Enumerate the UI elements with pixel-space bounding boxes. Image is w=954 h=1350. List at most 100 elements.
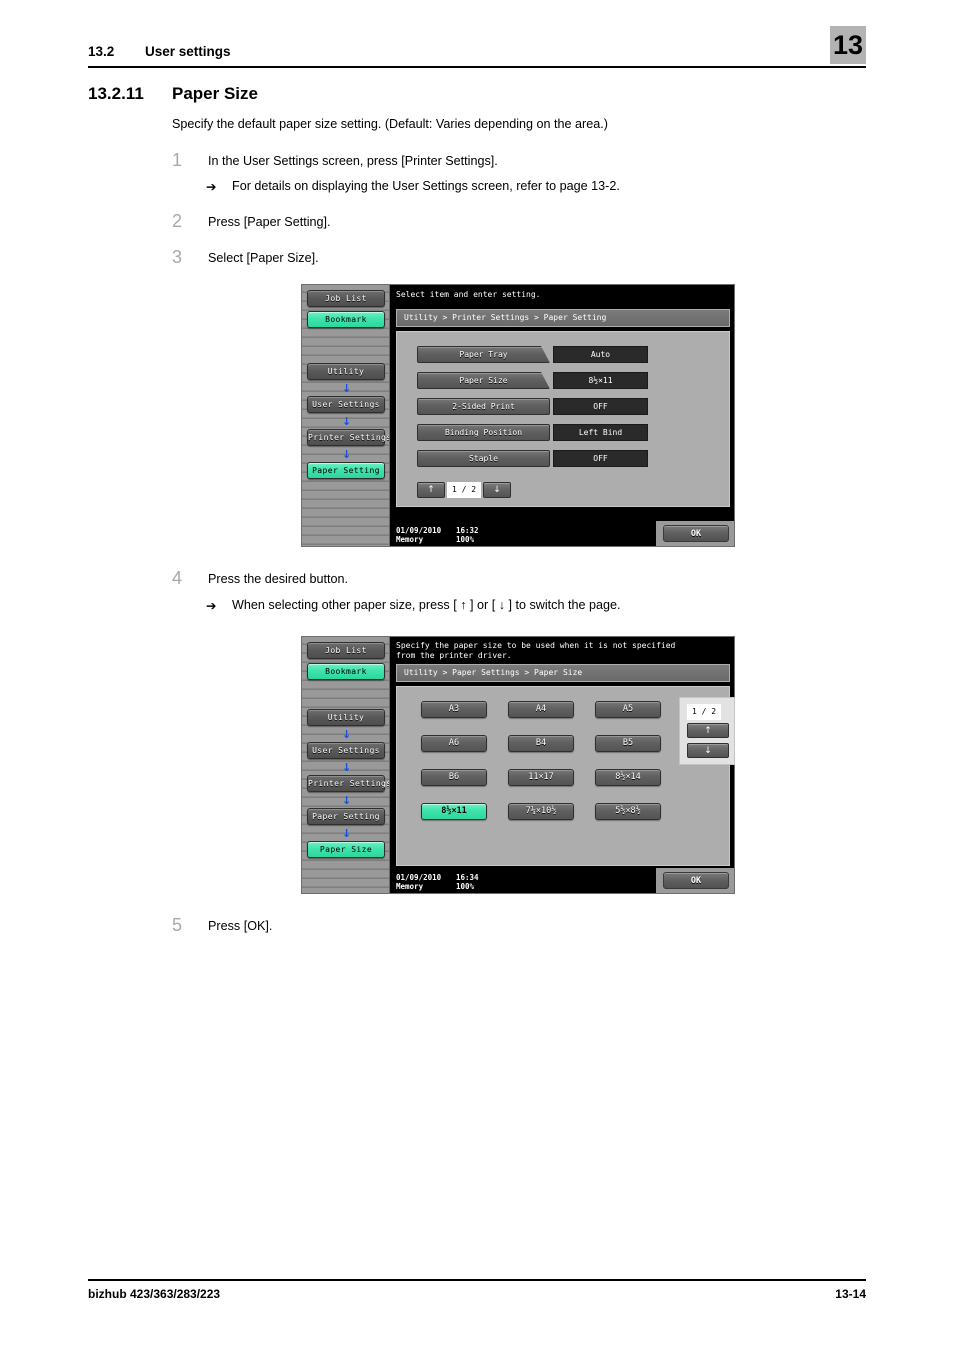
step-4-number: 4 bbox=[172, 568, 183, 588]
arrow-right-icon: ➔ bbox=[206, 180, 217, 194]
printer-panel-screenshot-2: Job List Bookmark Utility User Settings … bbox=[301, 636, 735, 894]
panel1-status-time: 16:32 bbox=[456, 526, 479, 535]
chapter-tab: 13 bbox=[830, 26, 866, 64]
panel1-pager: ↑ 1 / 2 ↓ bbox=[417, 482, 527, 500]
panel2-size-button-a6[interactable]: A6 bbox=[421, 735, 487, 752]
panel2-size-button-5half-x-8half[interactable]: 5½×8½ bbox=[595, 803, 661, 820]
panel1-row-label-binding-position[interactable]: Binding Position bbox=[417, 424, 550, 441]
panel2-down-arrow-icon-4 bbox=[342, 828, 351, 839]
header-rule bbox=[88, 66, 866, 69]
step-5-text: Press [OK]. bbox=[208, 919, 273, 933]
step-3-text: Select [Paper Size]. bbox=[208, 251, 319, 265]
panel1-down-arrow-icon-3 bbox=[342, 449, 351, 460]
panel2-size-button-b6[interactable]: B6 bbox=[421, 769, 487, 786]
panel2-sidebar: Job List Bookmark Utility User Settings … bbox=[302, 637, 390, 893]
panel2-size-button-8half-x-11[interactable]: 8½×11 bbox=[421, 803, 487, 820]
document-page: 13.2 User settings 13 13.2.11 Paper Size … bbox=[0, 0, 954, 1350]
section-number: 13.2.11 bbox=[88, 84, 144, 103]
panel2-ok-area: OK bbox=[656, 868, 734, 893]
step-1-substep-text: For details on displaying the User Setti… bbox=[232, 179, 620, 193]
step-1-substep: ➔ For details on displaying the User Set… bbox=[206, 179, 620, 194]
panel1-page-up-button[interactable]: ↑ bbox=[417, 482, 445, 498]
panel1-utility-button[interactable]: Utility bbox=[307, 363, 385, 380]
panel2-breadcrumb: Utility > Paper Settings > Paper Size bbox=[396, 664, 730, 682]
panel2-page-down-button[interactable]: ↓ bbox=[687, 743, 729, 758]
panel1-row-label-staple[interactable]: Staple bbox=[417, 450, 550, 467]
step-4-text: Press the desired button. bbox=[208, 572, 349, 586]
panel2-size-button-a4[interactable]: A4 bbox=[508, 701, 574, 718]
header-section-title: User settings bbox=[145, 44, 231, 59]
step-5: 5 Press [OK]. bbox=[172, 915, 273, 935]
panel2-bookmark-button[interactable]: Bookmark bbox=[307, 663, 385, 680]
step-4-substep-text: When selecting other paper size, press [… bbox=[232, 598, 621, 612]
panel2-size-button-a5[interactable]: A5 bbox=[595, 701, 661, 718]
panel1-main: Select item and enter setting. Utility >… bbox=[390, 285, 734, 546]
panel2-page-up-button[interactable]: ↑ bbox=[687, 723, 729, 738]
panel2-status-memory-label: Memory bbox=[396, 882, 424, 891]
step-2-text: Press [Paper Setting]. bbox=[208, 215, 331, 229]
panel2-size-button-b4[interactable]: B4 bbox=[508, 735, 574, 752]
section-title-text: Paper Size bbox=[172, 84, 258, 103]
panel1-down-arrow-icon-1 bbox=[342, 383, 351, 394]
panel1-breadcrumb: Utility > Printer Settings > Paper Setti… bbox=[396, 309, 730, 327]
footer-rule bbox=[88, 1279, 866, 1281]
panel2-size-button-11x17[interactable]: 11×17 bbox=[508, 769, 574, 786]
panel1-status-bar: 01/09/2010 16:32 Memory 100% OK bbox=[390, 521, 734, 546]
panel2-size-grid: A3 A4 A5 A6 B4 B5 B6 11×17 8½×14 8½×11 7… bbox=[396, 686, 735, 866]
panel1-settings-list: Paper Tray Auto Paper Size 8½×11 2-Sided… bbox=[396, 331, 730, 507]
panel2-paper-setting-button[interactable]: Paper Setting bbox=[307, 808, 385, 825]
panel1-paper-setting-button[interactable]: Paper Setting bbox=[307, 462, 385, 479]
panel2-pager: 1 / 2 ↑ ↓ bbox=[679, 697, 735, 765]
panel2-size-button-b5[interactable]: B5 bbox=[595, 735, 661, 752]
panel2-down-arrow-icon-1 bbox=[342, 729, 351, 740]
panel2-status-memory-value: 100% bbox=[456, 882, 475, 891]
panel1-row-value-paper-tray: Auto bbox=[553, 346, 648, 363]
panel2-utility-button[interactable]: Utility bbox=[307, 709, 385, 726]
panel1-status-memory-value: 100% bbox=[456, 535, 475, 544]
footer-page-number: 13-14 bbox=[835, 1287, 866, 1301]
panel1-row-label-2-sided-print[interactable]: 2-Sided Print bbox=[417, 398, 550, 415]
panel1-ok-button[interactable]: OK bbox=[663, 525, 729, 542]
panel1-page-down-button[interactable]: ↓ bbox=[483, 482, 511, 498]
panel2-paper-size-button[interactable]: Paper Size bbox=[307, 841, 385, 858]
header-section-number: 13.2 bbox=[88, 44, 115, 59]
panel1-row-label-paper-tray[interactable]: Paper Tray bbox=[417, 346, 550, 363]
step-2: 2 Press [Paper Setting]. bbox=[172, 211, 331, 231]
panel1-row-value-binding-position: Left Bind bbox=[553, 424, 648, 441]
step-3-number: 3 bbox=[172, 247, 183, 267]
panel1-page-indicator: 1 / 2 bbox=[447, 482, 481, 498]
panel2-size-button-8half-x-14[interactable]: 8½×14 bbox=[595, 769, 661, 786]
panel2-down-arrow-icon-3 bbox=[342, 795, 351, 806]
step-3: 3 Select [Paper Size]. bbox=[172, 247, 319, 267]
panel2-main: Specify the paper size to be used when i… bbox=[390, 637, 735, 893]
panel1-message: Select item and enter setting. bbox=[396, 290, 541, 299]
panel1-row-value-staple: OFF bbox=[553, 450, 648, 467]
footer-product: bizhub 423/363/283/223 bbox=[88, 1287, 221, 1301]
panel2-status-time: 16:34 bbox=[456, 873, 479, 882]
panel2-size-button-7quarter-x-10half[interactable]: 7¼×10½ bbox=[508, 803, 574, 820]
panel2-job-list-button[interactable]: Job List bbox=[307, 642, 385, 659]
panel1-printer-settings-button[interactable]: Printer Settings bbox=[307, 429, 389, 446]
printer-panel-screenshot-1: Job List Bookmark Utility User Settings … bbox=[301, 284, 735, 547]
section-intro: Specify the default paper size setting. … bbox=[172, 117, 608, 131]
panel2-down-arrow-icon-2 bbox=[342, 762, 351, 773]
panel2-status-date: 01/09/2010 bbox=[396, 873, 442, 882]
panel1-user-settings-button[interactable]: User Settings bbox=[307, 396, 385, 413]
step-4-substep: ➔ When selecting other paper size, press… bbox=[206, 598, 621, 613]
panel1-row-label-paper-size[interactable]: Paper Size bbox=[417, 372, 550, 389]
panel1-job-list-button[interactable]: Job List bbox=[307, 290, 385, 307]
step-1-text: In the User Settings screen, press [Prin… bbox=[208, 154, 498, 168]
panel2-printer-settings-button[interactable]: Printer Settings bbox=[307, 775, 389, 792]
panel2-status-bar: 01/09/2010 16:34 Memory 100% OK bbox=[390, 868, 734, 893]
page-title: 13.2.11 Paper Size bbox=[88, 84, 258, 104]
panel1-sidebar: Job List Bookmark Utility User Settings … bbox=[302, 285, 390, 546]
panel2-user-settings-button[interactable]: User Settings bbox=[307, 742, 385, 759]
panel2-page-indicator: 1 / 2 bbox=[687, 704, 721, 720]
arrow-right-icon-2: ➔ bbox=[206, 599, 217, 613]
panel1-row-value-2-sided-print: OFF bbox=[553, 398, 648, 415]
panel1-bookmark-button[interactable]: Bookmark bbox=[307, 311, 385, 328]
panel1-status-memory-label: Memory bbox=[396, 535, 424, 544]
panel2-size-button-a3[interactable]: A3 bbox=[421, 701, 487, 718]
panel2-ok-button[interactable]: OK bbox=[663, 872, 729, 889]
step-4: 4 Press the desired button. bbox=[172, 568, 349, 588]
